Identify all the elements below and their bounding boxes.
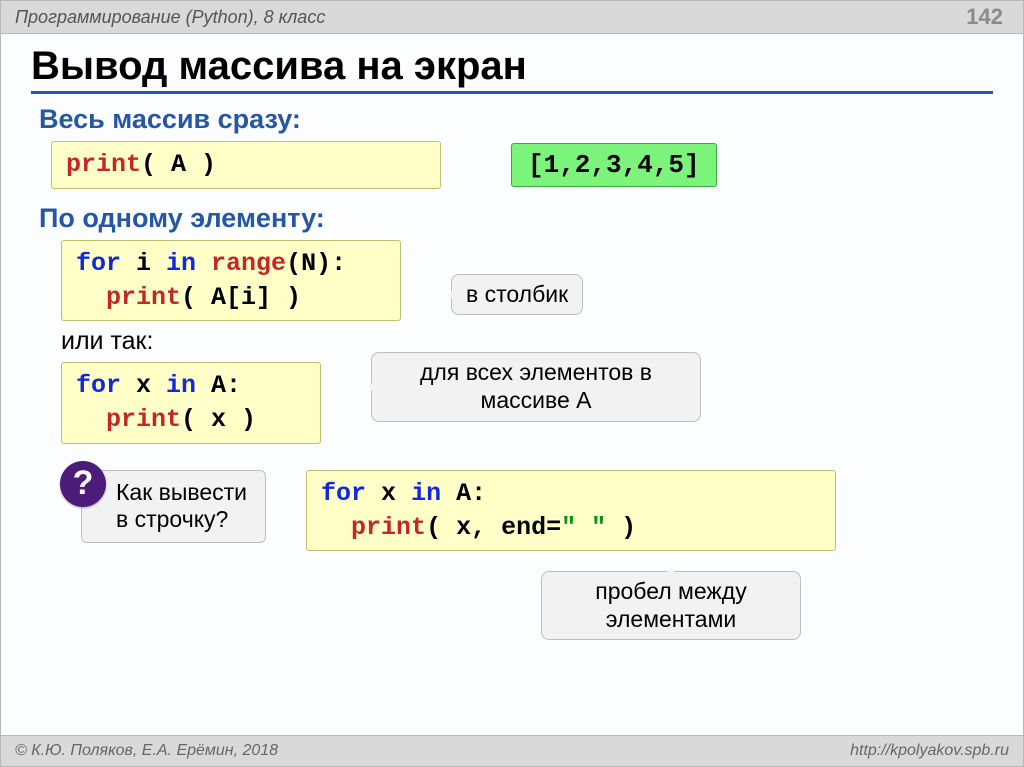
footer-right: http://kpolyakov.spb.ru [850,742,1009,760]
output-array: [1,2,3,4,5] [511,143,717,187]
callout-space: пробел между элементами [541,571,801,640]
code-for-index: for i in range(N): print( A[i] ) [61,240,401,322]
question-mark-icon: ? [60,461,106,507]
callout-for-all: для всех элементов в массиве A [371,352,701,421]
code-print-a: print( A ) [51,141,441,189]
slide: Программирование (Python), 8 класс 142 В… [0,0,1024,767]
section-whole-heading: Весь массив сразу: [39,104,993,135]
page-number: 142 [966,4,1003,30]
header-strip: Программирование (Python), 8 класс [1,1,1023,34]
content: Весь массив сразу: print( A ) [1,2,3,4,5… [31,104,993,640]
section-per-heading: По одному элементу: [39,203,993,234]
code-print-end: for x in A: print( x, end=" " ) [306,470,836,552]
course-title: Программирование (Python), 8 класс [15,7,325,28]
footer-strip: © К.Ю. Поляков, Е.А. Ерёмин, 2018 http:/… [1,735,1023,766]
slide-title: Вывод массива на экран [31,44,993,89]
code-for-x: for x in A: print( x ) [61,362,321,444]
callout-column: в столбик [451,274,583,316]
question-callout: ? Как вывести в строчку? [81,470,266,543]
title-rule [31,91,993,94]
footer-left: © К.Ю. Поляков, Е.А. Ерёмин, 2018 [15,742,278,760]
